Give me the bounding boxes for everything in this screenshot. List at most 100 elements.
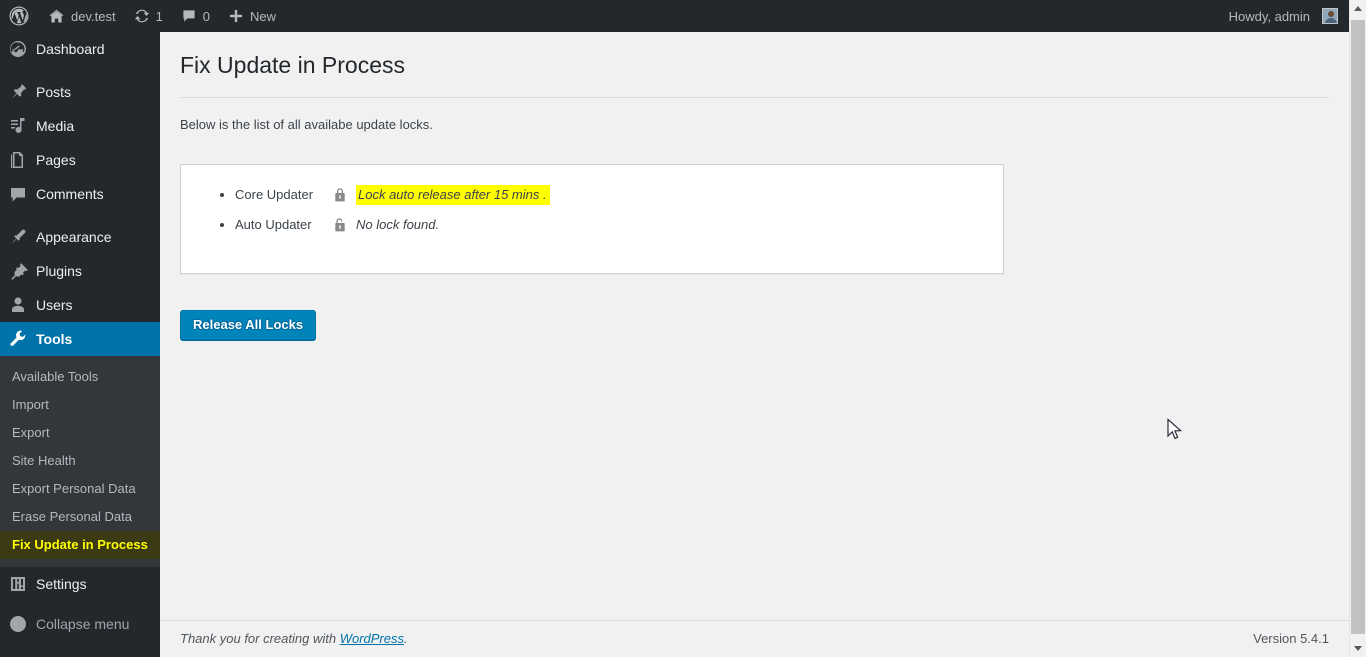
sidebar-item-settings[interactable]: Settings: [0, 567, 160, 601]
site-name-label: dev.test: [71, 8, 116, 24]
collapse-arrow-icon: [0, 614, 36, 634]
comments-bubble-icon: [0, 184, 36, 204]
lock-list: Core Updater Lock auto release after 15 …: [181, 179, 1003, 239]
collapse-menu-button[interactable]: Collapse menu: [0, 607, 160, 641]
lock-list-card: Core Updater Lock auto release after 15 …: [180, 163, 1004, 274]
sidebar-item-label: Pages: [36, 152, 76, 168]
sidebar-item-label: Users: [36, 297, 73, 313]
submenu-item-site-health[interactable]: Site Health: [0, 447, 160, 475]
sidebar-item-label: Plugins: [36, 263, 82, 279]
sidebar-item-label: Comments: [36, 186, 104, 202]
footer-thanks: Thank you for creating with WordPress.: [180, 631, 408, 646]
dashboard-icon: [0, 39, 36, 59]
plus-icon: [228, 8, 244, 24]
posts-pin-icon: [0, 82, 36, 102]
page-scrollbar[interactable]: [1349, 0, 1366, 657]
comments-bubble-icon: [181, 8, 197, 24]
plugins-plug-icon: [0, 261, 36, 281]
release-all-locks-button[interactable]: Release All Locks: [180, 309, 317, 340]
sidebar-item-pages[interactable]: Pages: [0, 143, 160, 177]
submenu-item-label: Available Tools: [12, 369, 99, 384]
sidebar-item-label: Tools: [36, 331, 73, 347]
submenu-item-import[interactable]: Import: [0, 391, 160, 419]
sidebar-item-label: Posts: [36, 84, 72, 100]
title-divider: [180, 97, 1329, 98]
content-body: Fix Update in Process Below is the list …: [160, 32, 1349, 340]
current-menu-arrow-icon: [160, 331, 168, 347]
submenu-item-export-personal-data[interactable]: Export Personal Data: [0, 475, 160, 503]
wordpress-link[interactable]: WordPress: [340, 631, 404, 646]
footer-thanks-prefix: Thank you for creating with: [180, 631, 340, 646]
sidebar-item-label: Appearance: [36, 229, 112, 245]
submenu-item-label: Export: [12, 425, 50, 440]
appearance-brush-icon: [0, 227, 36, 247]
sidebar-item-comments[interactable]: Comments: [0, 177, 160, 211]
menu-separator: [0, 66, 160, 75]
media-icon: [0, 116, 36, 136]
submenu-item-available-tools[interactable]: Available Tools: [0, 363, 160, 391]
lock-name: Core Updater: [235, 186, 314, 202]
updates-count: 1: [155, 8, 163, 24]
sidebar-item-dashboard[interactable]: Dashboard: [0, 32, 160, 66]
comments-count: 0: [202, 8, 211, 24]
tools-submenu: Available Tools Import Export Site Healt…: [0, 356, 160, 567]
scrollbar-thumb[interactable]: [1351, 20, 1365, 634]
my-account-menu[interactable]: Howdy, admin: [1220, 0, 1347, 32]
sidebar-item-appearance[interactable]: Appearance: [0, 220, 160, 254]
submenu-item-erase-personal-data[interactable]: Erase Personal Data: [0, 503, 160, 531]
submenu-item-label: Fix Update in Process: [12, 537, 148, 552]
collapse-menu-label: Collapse menu: [36, 616, 130, 632]
tools-wrench-icon: [0, 329, 36, 349]
sidebar-item-posts[interactable]: Posts: [0, 75, 160, 109]
lock-message: Lock auto release after 15 mins .: [356, 184, 550, 205]
settings-sliders-icon: [0, 574, 36, 594]
admin-menu: Dashboard Posts Media Pages Comments App…: [0, 32, 168, 641]
submenu-item-export[interactable]: Export: [0, 419, 160, 447]
new-content-menu[interactable]: New: [219, 0, 285, 32]
scrollbar-down-arrow-icon[interactable]: [1350, 640, 1366, 657]
sidebar-item-media[interactable]: Media: [0, 109, 160, 143]
lock-name: Auto Updater: [235, 216, 312, 232]
new-label: New: [250, 8, 277, 24]
sidebar-item-plugins[interactable]: Plugins: [0, 254, 160, 288]
browser-viewport: dev.test 1 0 New Howdy, admin Dashboard …: [0, 0, 1366, 657]
tools-submenu-wrapper: Available Tools Import Export Site Healt…: [0, 356, 160, 567]
site-name-menu[interactable]: dev.test: [39, 0, 125, 32]
sidebar-item-tools[interactable]: Tools: [0, 322, 168, 356]
content-area: Fix Update in Process Below is the list …: [160, 32, 1349, 657]
sidebar-item-label: Dashboard: [36, 41, 105, 57]
lock-row-auto-updater: Auto Updater No lock found.: [235, 217, 1003, 233]
comments-menu[interactable]: 0: [172, 0, 219, 32]
lock-row-core-updater: Core Updater Lock auto release after 15 …: [235, 184, 1003, 205]
lock-list-item: Auto Updater No lock found.: [235, 211, 1003, 239]
pages-icon: [0, 150, 36, 170]
admin-footer: Thank you for creating with WordPress. V…: [160, 620, 1349, 657]
sidebar-item-label: Media: [36, 118, 75, 134]
howdy-label: Howdy, admin: [1228, 8, 1310, 24]
sidebar-item-users[interactable]: Users: [0, 288, 160, 322]
scrollbar-up-arrow-icon[interactable]: [1350, 0, 1366, 17]
footer-thanks-suffix: .: [404, 631, 408, 646]
footer-version: Version 5.4.1: [1253, 631, 1329, 646]
page-title: Fix Update in Process: [180, 52, 405, 78]
admin-bar-spacer: [285, 0, 1220, 32]
submenu-item-fix-update-in-process[interactable]: Fix Update in Process: [0, 531, 160, 559]
submenu-item-label: Erase Personal Data: [12, 509, 132, 524]
admin-sidebar: Dashboard Posts Media Pages Comments App…: [0, 32, 168, 657]
admin-bar: dev.test 1 0 New Howdy, admin: [0, 0, 1349, 32]
lock-open-icon: [331, 217, 349, 233]
home-icon: [48, 8, 65, 25]
lock-message: No lock found.: [356, 216, 440, 232]
users-icon: [0, 295, 36, 315]
submenu-item-label: Export Personal Data: [12, 481, 136, 496]
sidebar-item-label: Settings: [36, 576, 87, 592]
menu-separator: [0, 211, 160, 220]
submenu-item-label: Import: [12, 397, 49, 412]
page-description: Below is the list of all availabe update…: [180, 117, 433, 132]
lock-closed-icon: [331, 187, 349, 203]
submenu-item-label: Site Health: [12, 453, 76, 468]
wordpress-logo-icon[interactable]: [0, 0, 39, 32]
avatar: [1322, 8, 1338, 24]
updates-menu[interactable]: 1: [125, 0, 172, 32]
lock-list-item: Core Updater Lock auto release after 15 …: [235, 179, 1003, 211]
